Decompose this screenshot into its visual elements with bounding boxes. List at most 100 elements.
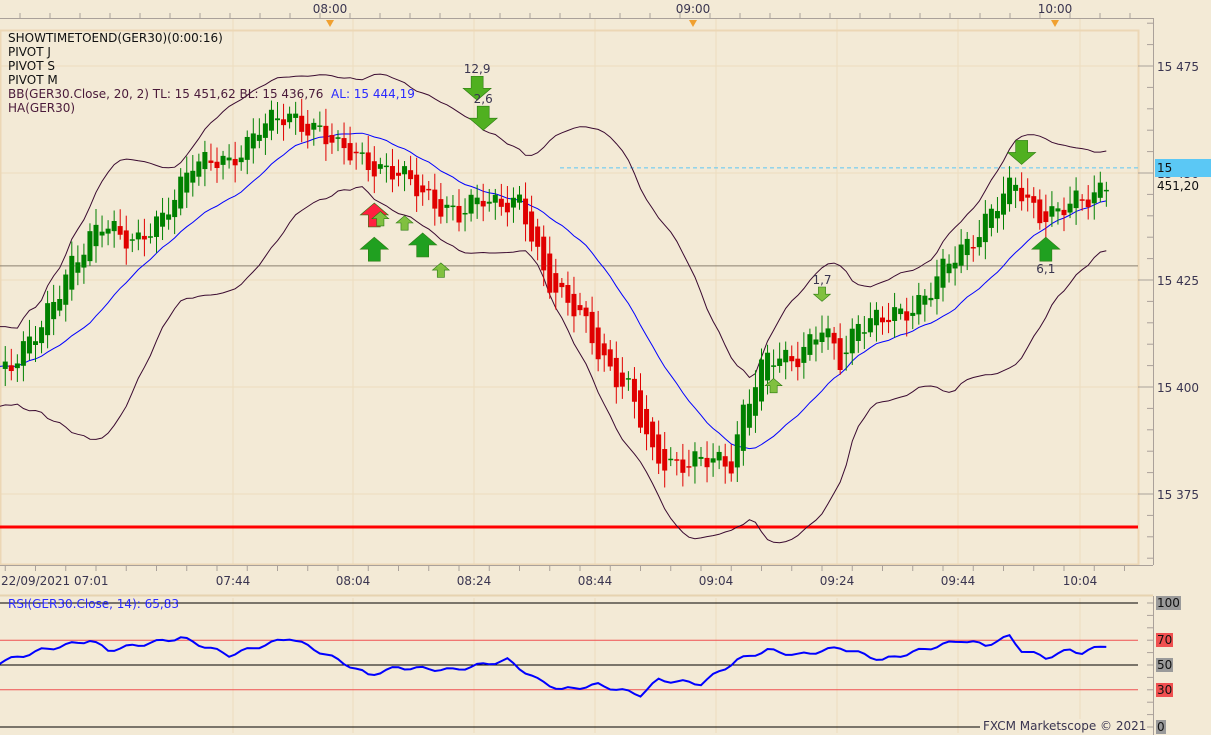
candle-bear xyxy=(789,356,795,362)
candle-bull xyxy=(843,352,849,355)
candle-bull xyxy=(147,236,153,238)
candle-bull xyxy=(928,297,934,301)
arrow-down-icon xyxy=(812,286,832,302)
candle-bear xyxy=(583,307,589,317)
bottom-time-label: 09:44 xyxy=(941,574,976,588)
candle-bull xyxy=(268,109,274,131)
rsi-level-label: 70 xyxy=(1156,633,1174,648)
candle-bull xyxy=(202,151,208,170)
candle-bear xyxy=(1025,194,1031,198)
candle-bull xyxy=(510,197,516,208)
candle-bull xyxy=(99,231,105,236)
candle-bull xyxy=(377,164,383,169)
candle-bull xyxy=(813,339,819,345)
candle-bull xyxy=(1007,177,1013,205)
arrow-up-icon xyxy=(431,262,451,278)
candle-bear xyxy=(214,161,220,169)
candle-bull xyxy=(335,137,341,139)
candle-bear xyxy=(831,332,837,344)
session-marker-icon xyxy=(689,20,697,27)
candle-bull xyxy=(462,212,468,215)
candle-bull xyxy=(964,238,970,256)
candle-bear xyxy=(650,421,656,448)
price-label: 15 400 xyxy=(1157,381,1199,395)
candle-bull xyxy=(994,211,1000,219)
top-time-label: 09:00 xyxy=(676,2,711,16)
bb-top-line xyxy=(0,73,1107,379)
candle-bear xyxy=(638,390,643,428)
rsi-level-label: 50 xyxy=(1156,658,1174,672)
candle-bear xyxy=(613,357,619,388)
candle-bear xyxy=(656,434,662,464)
candle-bull xyxy=(39,327,45,344)
session-marker-icon xyxy=(1051,20,1059,27)
rsi-level-label: 100 xyxy=(1156,596,1181,610)
candle-bear xyxy=(353,151,359,154)
price-label: 15 475 xyxy=(1157,60,1199,74)
candle-bear xyxy=(837,338,843,370)
candle-bull xyxy=(154,216,159,237)
candle-bull xyxy=(716,451,722,461)
legend-pivot-s: PIVOT S xyxy=(8,59,55,73)
candle-bear xyxy=(722,456,728,467)
candle-bull xyxy=(849,328,855,354)
candle-bear xyxy=(141,235,147,240)
candle-bull xyxy=(752,387,758,416)
price-chart[interactable]: 12,9 2,6 1,7 6,1 08:00 09:00 10:00 15 475 15 45… xyxy=(0,0,1211,735)
candle-bull xyxy=(625,378,631,380)
candle-bear xyxy=(1043,211,1049,223)
candle-bull xyxy=(172,199,178,218)
legend-bb-al: AL: 15 444,19 xyxy=(331,87,415,101)
candle-bear xyxy=(323,125,329,145)
candle-bull xyxy=(988,208,994,228)
candle-bear xyxy=(1037,199,1043,224)
candle-bull xyxy=(468,194,474,214)
candle-bear xyxy=(680,459,686,473)
bottom-time-label: 22/09/2021 07:01 xyxy=(1,574,109,588)
candle-bull xyxy=(1001,193,1006,215)
candle-bear xyxy=(559,282,565,288)
candle-bull xyxy=(807,334,813,355)
grid xyxy=(0,19,1140,733)
legend-timer: SHOWTIMETOEND(GER30)(0:00:16) xyxy=(8,31,223,45)
candle-bear xyxy=(1061,209,1067,216)
marker-label: 12,9 xyxy=(464,62,491,76)
candle-bear xyxy=(607,349,613,367)
legend-pivot-m: PIVOT M xyxy=(8,73,58,87)
candle-bull xyxy=(196,161,202,177)
candle-bull xyxy=(777,358,783,366)
candle-bull xyxy=(256,134,262,141)
candle-bull xyxy=(402,166,408,175)
candle-bear xyxy=(498,198,504,207)
candle-bear xyxy=(389,166,395,180)
candle-bull xyxy=(1055,208,1061,212)
candle-bull xyxy=(783,349,789,363)
candle-bear xyxy=(438,199,444,217)
candle-bear xyxy=(619,372,625,387)
candle-bull xyxy=(444,204,450,208)
candle-bear xyxy=(208,160,214,163)
candle-bear xyxy=(704,457,710,468)
candle-bear xyxy=(432,189,438,209)
candle-bull xyxy=(982,213,988,243)
candle-bear xyxy=(408,170,414,180)
candle-bull xyxy=(946,263,952,274)
candle-bull xyxy=(262,123,268,138)
candle-bear xyxy=(117,226,123,235)
candle-bull xyxy=(771,365,777,367)
candle-bull xyxy=(692,451,698,467)
candle-bull xyxy=(450,205,456,208)
candle-bull xyxy=(105,228,111,234)
candle-bull xyxy=(976,237,982,248)
candle-bull xyxy=(746,403,752,428)
candle-bull xyxy=(275,118,280,121)
candle-bear xyxy=(232,158,238,166)
candle-bull xyxy=(311,122,317,130)
rsi-level-label: 0 xyxy=(1156,720,1166,734)
candle-bear xyxy=(589,311,595,344)
candle-bull xyxy=(1103,189,1109,192)
candle-bear xyxy=(553,273,559,293)
candle-bull xyxy=(220,155,226,165)
candle-bear xyxy=(123,230,129,249)
candle-bull xyxy=(129,239,135,241)
